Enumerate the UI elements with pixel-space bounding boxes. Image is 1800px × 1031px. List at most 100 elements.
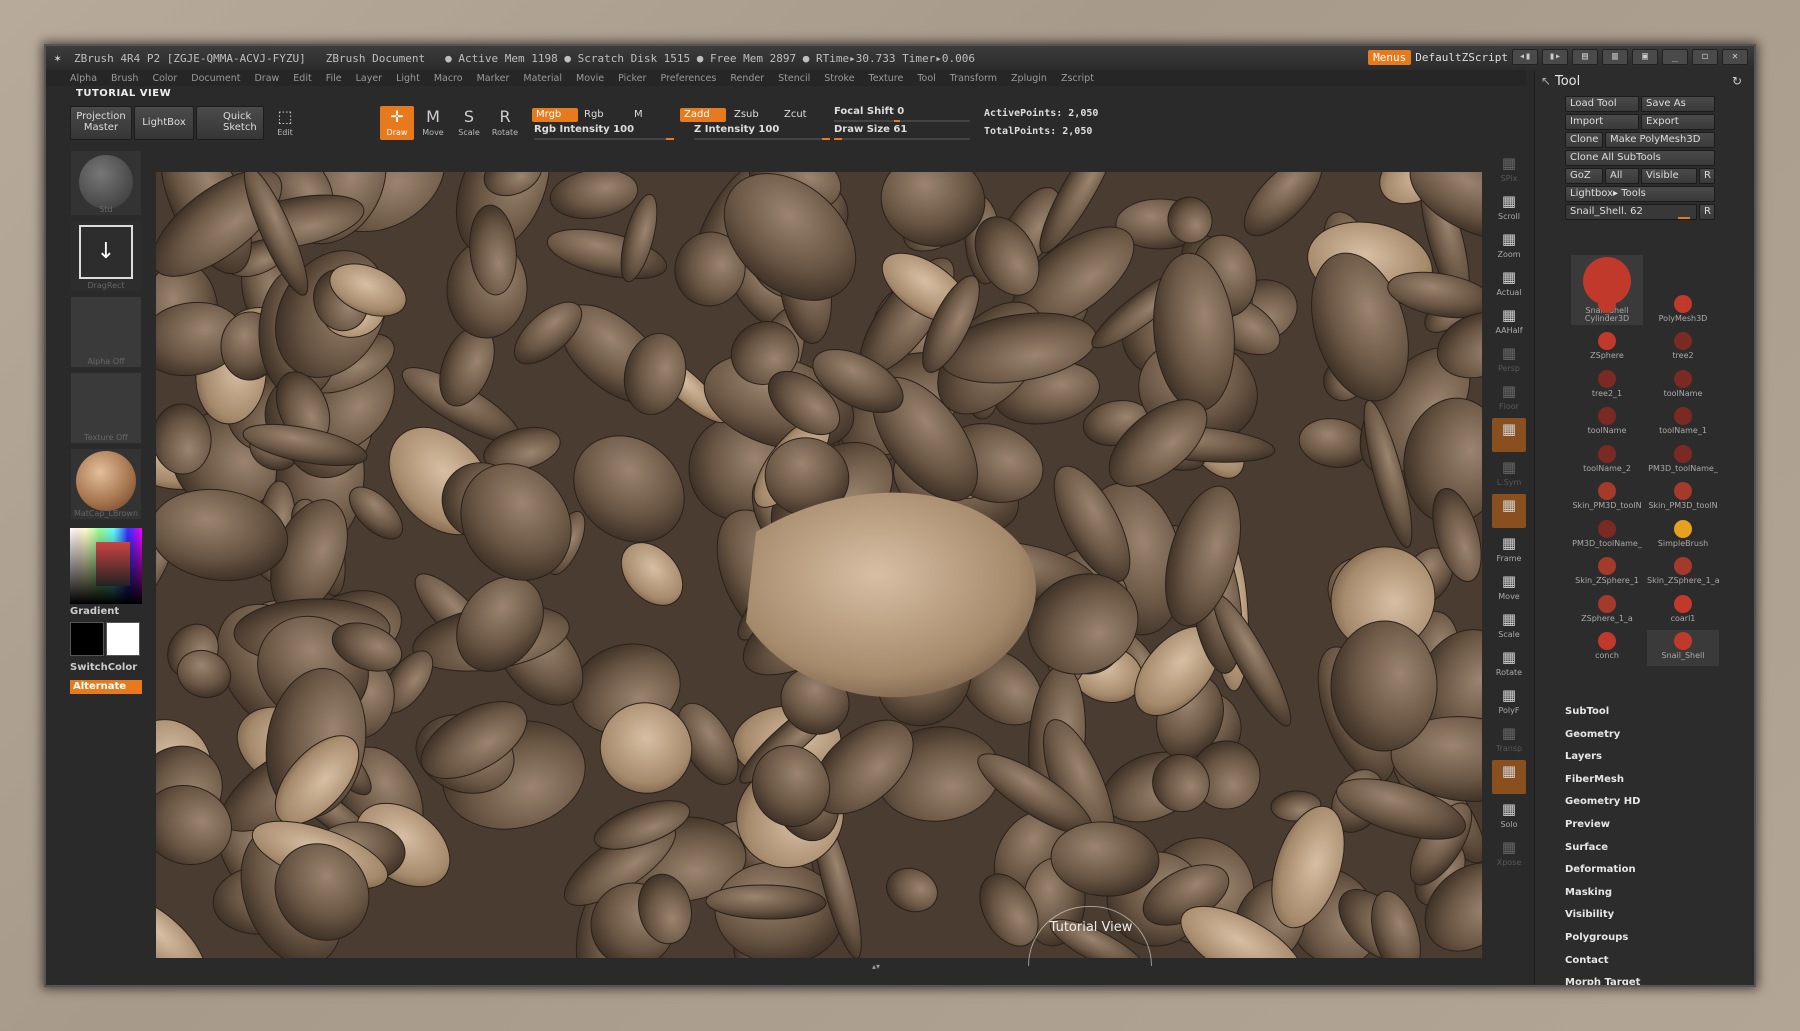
tool-thumbnail[interactable]: conch <box>1571 630 1643 666</box>
menu-color[interactable]: Color <box>152 73 177 84</box>
menu-movie[interactable]: Movie <box>576 73 604 84</box>
current-tool-slider[interactable]: Snail_Shell. 62 <box>1565 204 1697 220</box>
shelf-button-solo[interactable]: ▦ Solo <box>1492 798 1526 832</box>
tool-thumbnail[interactable]: coarl1 <box>1647 593 1719 629</box>
menu-zplugin[interactable]: Zplugin <box>1011 73 1047 84</box>
rgb-intensity-slider[interactable]: Rgb Intensity 100 <box>534 124 674 140</box>
subpalette-surface[interactable]: Surface <box>1565 842 1640 865</box>
tool-thumbnail[interactable]: Skin_PM3D_toolN <box>1571 480 1643 516</box>
menu-light[interactable]: Light <box>396 73 420 84</box>
goz-r-button[interactable]: R <box>1699 168 1715 184</box>
shelf-button-zoom[interactable]: ▦ Zoom <box>1492 228 1526 262</box>
alpha-selector[interactable]: Alpha Off <box>70 296 142 368</box>
tool-thumbnail[interactable]: toolName <box>1647 368 1719 404</box>
quick-sketch-button[interactable]: Quick Sketch <box>196 106 264 140</box>
zsub-button[interactable]: Zsub <box>730 108 763 122</box>
tool-thumbnail[interactable]: Snail_Shell <box>1647 630 1719 666</box>
layout-icon[interactable]: ▤ <box>1572 49 1598 65</box>
secondary-color-swatch[interactable] <box>106 622 140 656</box>
shelf-button-polyf[interactable]: ▦ PolyF <box>1492 684 1526 718</box>
menu-layer[interactable]: Layer <box>356 73 383 84</box>
move-mode-button[interactable]: M Move <box>416 106 450 140</box>
tool-thumbnail[interactable]: toolName_1 <box>1647 405 1719 441</box>
tool-palette-title[interactable]: Tool <box>1555 74 1580 89</box>
goz-button[interactable]: GoZ <box>1565 168 1603 184</box>
menu-material[interactable]: Material <box>523 73 562 84</box>
palette-pin-icon[interactable]: ↖ <box>1541 74 1551 88</box>
menus-toggle-button[interactable]: Menus <box>1368 49 1412 65</box>
goz-all-button[interactable]: All <box>1605 168 1639 184</box>
clone-all-subtools-button[interactable]: Clone All SubTools <box>1565 150 1715 166</box>
mrgb-button[interactable]: Mrgb <box>532 108 578 122</box>
import-button[interactable]: Import <box>1565 114 1639 130</box>
draw-size-slider[interactable]: Draw Size 61 <box>834 124 970 140</box>
menu-zscript[interactable]: Zscript <box>1061 73 1094 84</box>
switch-color-button[interactable]: SwitchColor <box>70 662 137 673</box>
subpalette-preview[interactable]: Preview <box>1565 819 1640 842</box>
material-selector[interactable]: MatCap_LBrown <box>70 448 142 520</box>
subpalette-contact[interactable]: Contact <box>1565 955 1640 978</box>
tool-thumbnail[interactable]: tree2 <box>1647 330 1719 366</box>
shelf-button-frame[interactable]: ▦ Frame <box>1492 532 1526 566</box>
menu-edit[interactable]: Edit <box>293 73 311 84</box>
subpalette-geometry-hd[interactable]: Geometry HD <box>1565 796 1640 819</box>
save-as-button[interactable]: Save As <box>1641 96 1715 112</box>
shelf-button-xpose[interactable]: ▦ Xpose <box>1492 836 1526 870</box>
shelf-button-rotate[interactable]: ▦ Rotate <box>1492 646 1526 680</box>
subpalette-deformation[interactable]: Deformation <box>1565 864 1640 887</box>
subpalette-layers[interactable]: Layers <box>1565 751 1640 774</box>
close-icon[interactable]: ✕ <box>1722 49 1748 65</box>
menu-document[interactable]: Document <box>191 73 240 84</box>
tool-thumbnail[interactable]: Skin_ZSphere_1_a <box>1647 555 1720 591</box>
shelf-button-aahalf[interactable]: ▦ AAHalf <box>1492 304 1526 338</box>
shelf-button-scroll[interactable]: ▦ Scroll <box>1492 190 1526 224</box>
tool-thumbnail[interactable]: toolName <box>1571 405 1643 441</box>
tool-thumbnail[interactable]: Skin_PM3D_toolN <box>1647 480 1719 516</box>
brush-selector[interactable]: Std <box>70 150 142 216</box>
shelf-button-ghost[interactable]: ▦ <box>1492 760 1526 794</box>
shelf-button-l-sym[interactable]: ▦ L.Sym <box>1492 456 1526 490</box>
zadd-button[interactable]: Zadd <box>680 108 726 122</box>
goz-visible-button[interactable]: Visible <box>1641 168 1697 184</box>
history-back-icon[interactable]: ◂▮ <box>1512 49 1538 65</box>
texture-selector[interactable]: Texture Off <box>70 372 142 444</box>
tool-thumbnail[interactable]: PolyMesh3D <box>1647 293 1719 329</box>
subpalette-visibility[interactable]: Visibility <box>1565 909 1640 932</box>
lock-icon[interactable]: ▣ <box>1632 49 1658 65</box>
menu-brush[interactable]: Brush <box>111 73 138 84</box>
menu-texture[interactable]: Texture <box>869 73 904 84</box>
menu-render[interactable]: Render <box>730 73 764 84</box>
tool-thumbnail[interactable]: toolName_2 <box>1571 443 1643 479</box>
menu-stroke[interactable]: Stroke <box>824 73 854 84</box>
menu-picker[interactable]: Picker <box>618 73 646 84</box>
shelf-button-spix[interactable]: ▦ SPix <box>1492 152 1526 186</box>
scale-mode-button[interactable]: S Scale <box>452 106 486 140</box>
alternate-button[interactable]: Alternate <box>70 680 142 694</box>
menu-transform[interactable]: Transform <box>950 73 997 84</box>
load-tool-button[interactable]: Load Tool <box>1565 96 1639 112</box>
subpalette-masking[interactable]: Masking <box>1565 887 1640 910</box>
shelf-button-xyz[interactable]: ▦ <box>1492 494 1526 528</box>
menu-tool[interactable]: Tool <box>917 73 935 84</box>
shelf-button-floor[interactable]: ▦ Floor <box>1492 380 1526 414</box>
shelf-button-persp[interactable]: ▦ Persp <box>1492 342 1526 376</box>
layout-alt-icon[interactable]: ▥ <box>1602 49 1628 65</box>
clone-button[interactable]: Clone <box>1565 132 1603 148</box>
bottom-shelf-toggle-icon[interactable]: ▴▾ <box>816 963 936 971</box>
menu-marker[interactable]: Marker <box>477 73 510 84</box>
shelf-button-move[interactable]: ▦ Move <box>1492 570 1526 604</box>
tool-thumbnail[interactable]: Cylinder3D <box>1571 293 1643 329</box>
tool-thumbnail[interactable]: PM3D_toolName_ <box>1647 443 1719 479</box>
menu-alpha[interactable]: Alpha <box>70 73 97 84</box>
make-polymesh3d-button[interactable]: Make PolyMesh3D <box>1605 132 1715 148</box>
tool-thumbnail[interactable]: Skin_ZSphere_1 <box>1571 555 1643 591</box>
export-button[interactable]: Export <box>1641 114 1715 130</box>
maximize-icon[interactable]: ◻ <box>1692 49 1718 65</box>
menu-preferences[interactable]: Preferences <box>660 73 716 84</box>
lightbox-button[interactable]: LightBox <box>134 106 194 140</box>
tool-thumbnail[interactable]: ZSphere_1_a <box>1571 593 1643 629</box>
tool-thumbnail[interactable]: PM3D_toolName_ <box>1571 518 1643 554</box>
projection-master-button[interactable]: Projection Master <box>70 106 132 140</box>
draw-mode-button[interactable]: ✛ Draw <box>380 106 414 140</box>
zcut-button[interactable]: Zcut <box>780 108 811 122</box>
